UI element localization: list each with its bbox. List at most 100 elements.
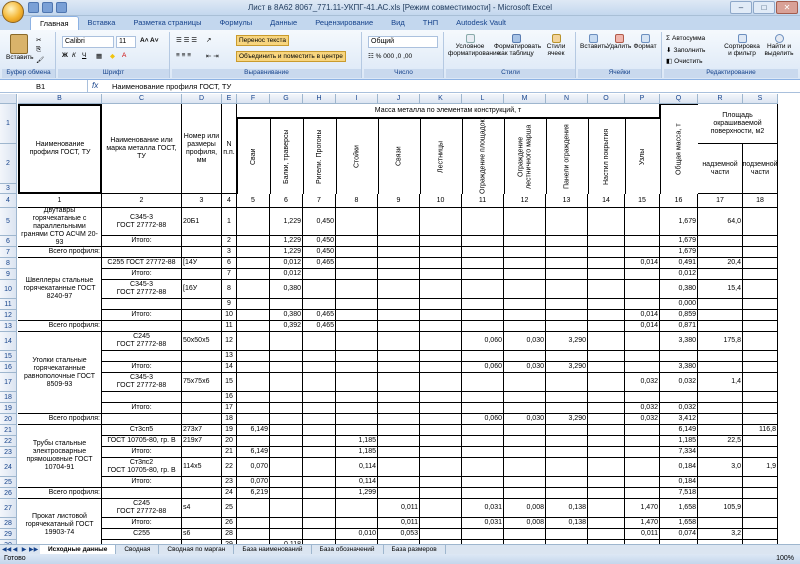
value-cell[interactable]: 1,229 [270,236,303,247]
value-cell[interactable]: 0,030 [504,332,546,351]
header-element[interactable]: Сваи [237,118,270,194]
column-header[interactable]: J [378,94,420,104]
value-cell[interactable]: 0,450 [303,208,336,236]
value-cell[interactable] [588,321,625,332]
value-cell[interactable] [378,403,420,414]
size-cell[interactable] [182,310,222,321]
size-cell[interactable] [182,269,222,280]
value-cell[interactable]: 0,060 [462,332,504,351]
value-cell[interactable] [420,488,462,499]
group-name[interactable]: Уголки стальные горячекатанные равнополо… [18,332,102,414]
value-cell[interactable] [588,392,625,403]
header-paint[interactable]: Площадь окрашиваемой поверхности, м2 [698,104,778,144]
value-cell[interactable]: 0,184 [660,477,698,488]
header-mass-title[interactable]: Масса металла по элементам конструкций, … [237,104,660,118]
value-cell[interactable] [237,299,270,310]
value-cell[interactable] [504,477,546,488]
value-cell[interactable] [270,499,303,518]
column-number[interactable]: 4 [222,194,237,208]
header-element[interactable]: Связи [378,118,420,194]
column-header[interactable]: H [303,94,336,104]
value-cell[interactable] [546,458,588,477]
value-cell[interactable] [698,518,743,529]
value-cell[interactable] [303,518,336,529]
size-cell[interactable]: 50х50х5 [182,332,222,351]
value-cell[interactable] [504,425,546,436]
italic-icon[interactable]: К [72,52,76,59]
size-cell[interactable] [182,518,222,529]
value-cell[interactable] [743,403,778,414]
row-header[interactable]: 23 [0,447,17,458]
tab-6[interactable]: Вид [382,16,414,30]
value-cell[interactable]: 0,053 [378,529,420,540]
value-cell[interactable] [546,488,588,499]
column-number[interactable]: 18 [743,194,778,208]
value-cell[interactable]: 3,290 [546,414,588,425]
column-header[interactable]: C [102,94,182,104]
value-cell[interactable] [303,280,336,299]
paste-button[interactable]: Вставить [6,34,34,61]
column-number[interactable]: 14 [588,194,625,208]
grow-font-icon[interactable]: A˄ A˅ [140,37,159,44]
brand-cell[interactable]: С345-3 ГОСТ 27772-88 [102,373,182,392]
value-cell[interactable] [504,392,546,403]
value-cell[interactable] [504,269,546,280]
value-cell[interactable] [378,269,420,280]
value-cell[interactable]: 0,031 [462,518,504,529]
value-cell[interactable] [588,208,625,236]
value-cell[interactable] [378,258,420,269]
value-cell[interactable] [237,310,270,321]
brand-cell[interactable]: С345-3 ГОСТ 27772-88 [102,280,182,299]
value-cell[interactable]: 0,465 [303,310,336,321]
value-cell[interactable] [420,447,462,458]
value-cell[interactable]: 0,014 [625,258,660,269]
value-cell[interactable] [420,351,462,362]
num-cell[interactable]: 15 [222,373,237,392]
row-header[interactable]: 29 [0,529,17,540]
value-cell[interactable] [237,373,270,392]
value-cell[interactable] [336,373,378,392]
column-header[interactable]: N [546,94,588,104]
value-cell[interactable] [420,436,462,447]
size-cell[interactable] [182,488,222,499]
column-header[interactable]: P [625,94,660,104]
size-cell[interactable]: 114х5 [182,458,222,477]
value-cell[interactable]: 0,871 [660,321,698,332]
row-header[interactable]: 7 [0,247,17,258]
brand-cell[interactable]: С255 ГОСТ 27772-88 [102,258,182,269]
column-number[interactable]: 15 [625,194,660,208]
value-cell[interactable] [625,477,660,488]
row-header[interactable]: 15 [0,351,17,362]
value-cell[interactable] [237,362,270,373]
num-cell[interactable]: 12 [222,332,237,351]
value-cell[interactable] [588,403,625,414]
value-cell[interactable] [378,236,420,247]
size-cell[interactable]: s4 [182,499,222,518]
office-button[interactable] [2,1,24,23]
value-cell[interactable]: 116,8 [743,425,778,436]
value-cell[interactable] [270,351,303,362]
value-cell[interactable] [336,269,378,280]
value-cell[interactable]: 3,290 [546,362,588,373]
value-cell[interactable] [237,414,270,425]
tab-5[interactable]: Рецензирование [306,16,382,30]
value-cell[interactable]: 0,008 [504,499,546,518]
value-cell[interactable] [336,425,378,436]
num-cell[interactable]: 22 [222,458,237,477]
value-cell[interactable]: 0,070 [237,477,270,488]
header-name[interactable]: Наименование профиля ГОСТ, ТУ [18,104,102,194]
column-number[interactable]: 6 [270,194,303,208]
insert-cells-button[interactable]: Вставить [580,34,608,50]
value-cell[interactable] [504,529,546,540]
value-cell[interactable] [743,436,778,447]
header-paint-under[interactable]: подземной части [743,144,778,194]
value-cell[interactable]: 7,518 [660,488,698,499]
value-cell[interactable] [303,499,336,518]
header-paint-above[interactable]: надземной части [698,144,743,194]
value-cell[interactable] [588,373,625,392]
value-cell[interactable] [743,332,778,351]
value-cell[interactable] [698,488,743,499]
num-cell[interactable]: 16 [222,392,237,403]
header-element[interactable]: Стойки [336,118,378,194]
value-cell[interactable] [743,269,778,280]
